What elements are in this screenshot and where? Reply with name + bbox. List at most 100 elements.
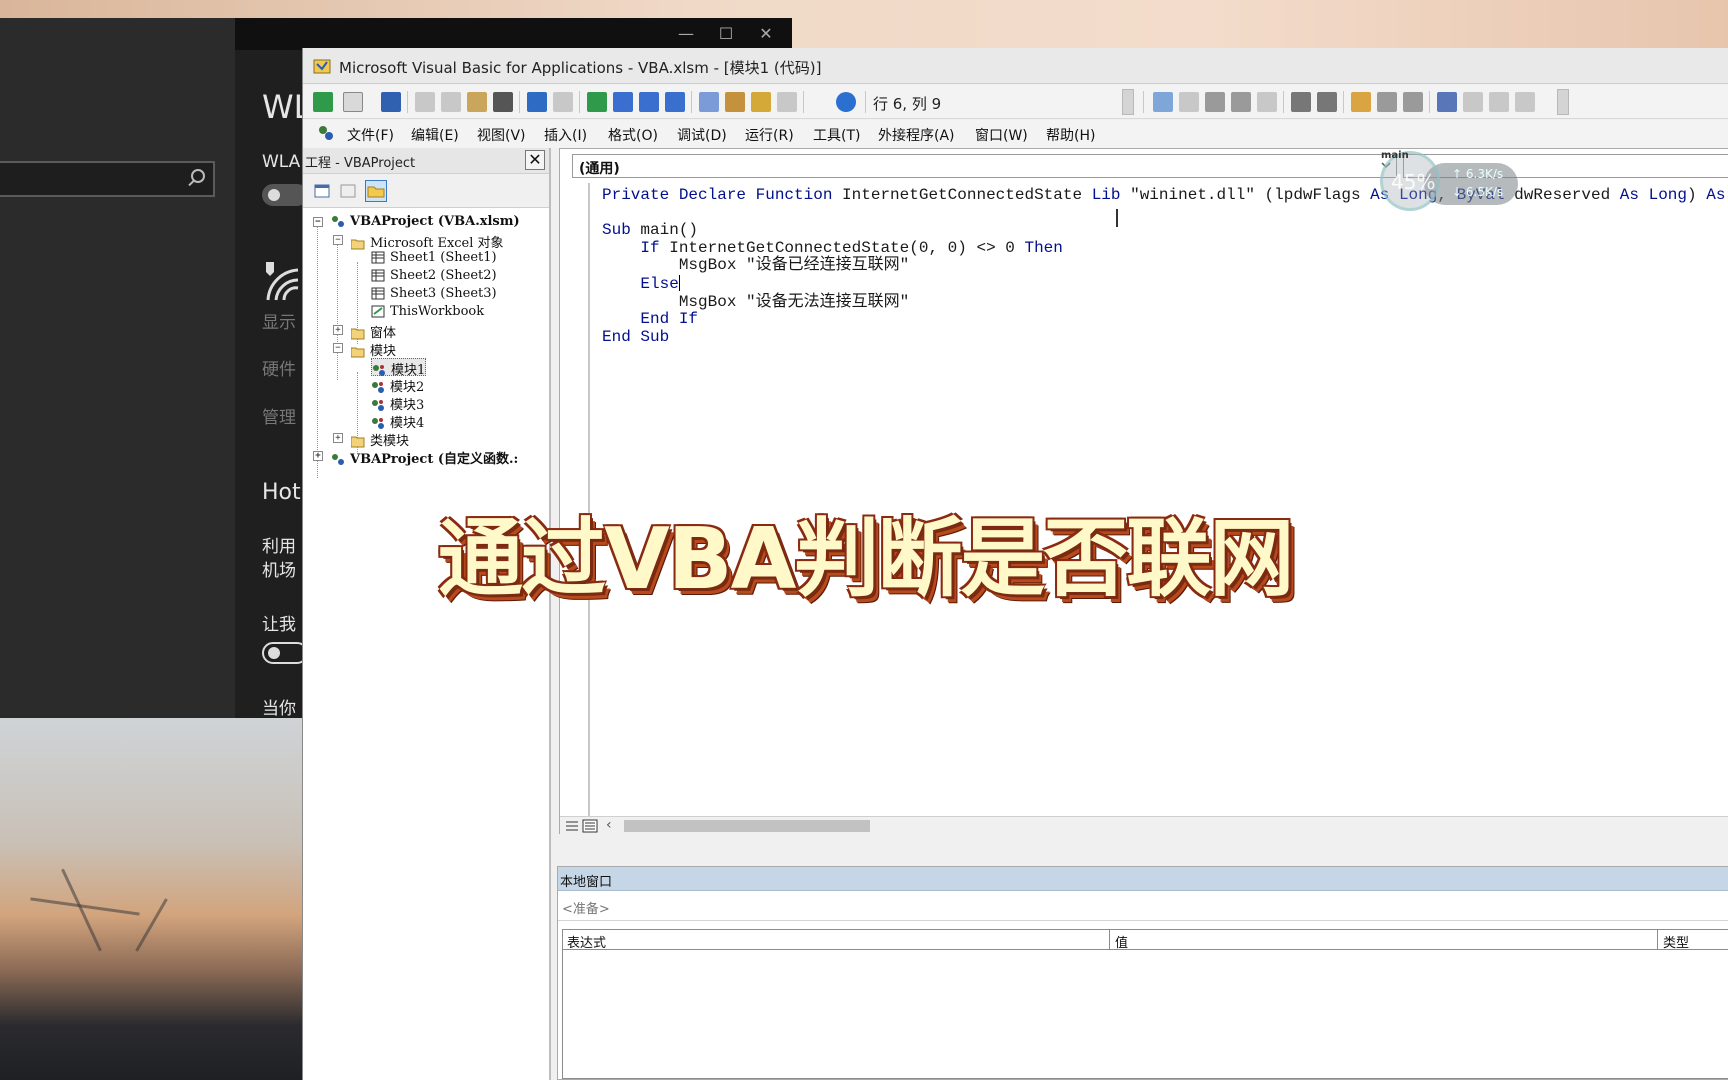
object-dropdown[interactable]: (通用) — [572, 154, 1397, 178]
minimize-icon[interactable]: — — [666, 22, 706, 46]
mouse-ibeam-cursor — [1116, 209, 1118, 227]
tree-sheet3[interactable]: Sheet3 (Sheet3) — [371, 286, 497, 304]
project-explorer-icon[interactable] — [699, 92, 719, 112]
tree-modules[interactable]: − 模块 — [333, 340, 396, 359]
project-close-button[interactable]: ✕ — [525, 150, 545, 170]
code-editor[interactable]: Private Declare Function InternetGetConn… — [602, 186, 1725, 346]
vbe-titlebar: Microsoft Visual Basic for Applications … — [303, 48, 1728, 84]
locals-status-text: <准备> — [562, 902, 610, 917]
tree-module2[interactable]: 模块2 — [371, 376, 424, 395]
menu-insert[interactable]: 插入(I) — [544, 125, 587, 145]
stop-icon[interactable] — [639, 92, 659, 112]
parameter-info-icon[interactable] — [1403, 92, 1423, 112]
clear-bookmarks-icon[interactable] — [1515, 92, 1535, 112]
properties-icon[interactable] — [725, 92, 745, 112]
maximize-icon[interactable]: ☐ — [706, 22, 746, 46]
undo-icon[interactable] — [527, 92, 547, 112]
code-line-msgbox-2: MsgBox "设备无法连接互联网" — [602, 292, 910, 311]
menu-run[interactable]: 运行(R) — [745, 125, 794, 145]
menu-format[interactable]: 格式(O) — [608, 125, 658, 145]
tree-forms[interactable]: + 窗体 — [333, 322, 396, 341]
comment-block-icon[interactable] — [1231, 92, 1251, 112]
complete-word-icon[interactable] — [1257, 92, 1277, 112]
view-object-icon[interactable] — [337, 180, 359, 202]
tree-class-modules[interactable]: + 类模块 — [333, 430, 409, 449]
outdent-icon[interactable] — [1179, 92, 1199, 112]
settings-search-input[interactable] — [0, 161, 215, 197]
network-speed-widget[interactable]: ↑ 6.3K/s ↓ 6.5K/s 45% main — [1380, 150, 1520, 211]
col-value[interactable]: 值 — [1115, 932, 1128, 951]
toolbar-grip[interactable] — [1122, 89, 1134, 115]
tree-root-vbaproject[interactable]: − VBAProject (VBA.xlsm) — [313, 214, 520, 232]
vbe-menu-icon[interactable] — [317, 124, 335, 142]
tree-module3[interactable]: 模块3 — [371, 394, 424, 413]
scroll-left-icon[interactable]: ‹ — [606, 817, 612, 833]
menu-file[interactable]: 文件(F) — [347, 125, 394, 145]
menu-tools[interactable]: 工具(T) — [813, 125, 860, 145]
redo-icon[interactable] — [553, 92, 573, 112]
toggle-breakpoint-icon[interactable] — [1205, 92, 1225, 112]
toolbox-icon[interactable] — [777, 92, 797, 112]
list-members-icon[interactable] — [1291, 92, 1311, 112]
desktop-wallpaper-lower — [0, 715, 302, 1080]
prev-bookmark-icon[interactable] — [1489, 92, 1509, 112]
bookmark-icon[interactable] — [1437, 92, 1457, 112]
col-expression[interactable]: 表达式 — [567, 932, 606, 951]
tree-module1[interactable]: 模块1 — [371, 358, 427, 378]
tree-thisworkbook[interactable]: ThisWorkbook — [371, 304, 484, 322]
code-line-if: If InternetGetConnectedState(0, 0) <> 0 … — [640, 238, 1063, 257]
collapse-icon[interactable]: − — [333, 235, 343, 245]
network-usage-percent: 45% — [1391, 170, 1436, 194]
video-subtitle: 通过VBA判断是否联网 — [438, 510, 1294, 609]
copy-icon[interactable] — [441, 92, 461, 112]
indent-icon[interactable] — [1153, 92, 1173, 112]
menu-edit[interactable]: 编辑(E) — [411, 125, 459, 145]
run-icon[interactable] — [587, 92, 607, 112]
full-module-view-icon[interactable] — [582, 819, 598, 833]
paste-icon[interactable] — [467, 92, 487, 112]
menu-window[interactable]: 窗口(W) — [975, 125, 1028, 145]
menu-debug[interactable]: 调试(D) — [677, 125, 727, 145]
menu-help[interactable]: 帮助(H) — [1046, 125, 1095, 145]
menu-addins[interactable]: 外接程序(A) — [878, 125, 955, 145]
help-icon[interactable] — [836, 92, 856, 112]
expand-icon[interactable]: + — [313, 451, 323, 461]
collapse-icon[interactable]: − — [333, 343, 343, 353]
object-browser-icon[interactable] — [751, 92, 771, 112]
expand-icon[interactable]: + — [333, 433, 343, 443]
tree-root-vbaproject-2[interactable]: + VBAProject (自定义函数.: — [313, 448, 518, 467]
toolbar-grip-2[interactable] — [1557, 89, 1569, 115]
col-type[interactable]: 类型 — [1663, 932, 1689, 951]
procedure-view-icon[interactable] — [564, 819, 580, 833]
insert-userform-icon[interactable] — [343, 92, 363, 112]
locals-window-header: 本地窗口 — [558, 867, 1728, 891]
settings-hotspot-desc-2: 机场 — [262, 561, 296, 581]
tree-excel-objects[interactable]: − Microsoft Excel 对象 — [333, 232, 504, 251]
tree-module4[interactable]: 模块4 — [371, 412, 424, 431]
code-horizontal-scrollbar[interactable]: ‹ — [560, 816, 1728, 835]
view-code-icon[interactable] — [311, 180, 333, 202]
save-icon[interactable] — [381, 92, 401, 112]
settings-hardware-link[interactable]: 硬件 — [262, 355, 296, 380]
sheet-icon — [371, 287, 385, 300]
tree-sheet1[interactable]: Sheet1 (Sheet1) — [371, 250, 497, 268]
quick-info-icon[interactable] — [1377, 92, 1397, 112]
find-icon[interactable] — [493, 92, 513, 112]
hand-icon[interactable] — [1351, 92, 1371, 112]
toggle-folders-icon[interactable] — [365, 180, 387, 202]
tree-sheet2[interactable]: Sheet2 (Sheet2) — [371, 268, 497, 286]
close-icon[interactable]: ✕ — [746, 22, 786, 46]
cut-icon[interactable] — [415, 92, 435, 112]
settings-manage-link[interactable]: 管理 — [262, 403, 296, 428]
menu-view[interactable]: 视图(V) — [477, 125, 526, 145]
view-excel-icon[interactable] — [313, 92, 333, 112]
next-bookmark-icon[interactable] — [1463, 92, 1483, 112]
collapse-icon[interactable]: − — [313, 217, 323, 227]
pause-icon[interactable] — [613, 92, 633, 112]
scrollbar-thumb[interactable] — [624, 820, 870, 832]
settings-display-link[interactable]: 显示 — [262, 308, 296, 333]
procedure-dropdown-label: main — [1381, 150, 1409, 161]
list-constants-icon[interactable] — [1317, 92, 1337, 112]
design-mode-icon[interactable] — [665, 92, 685, 112]
expand-icon[interactable]: + — [333, 325, 343, 335]
